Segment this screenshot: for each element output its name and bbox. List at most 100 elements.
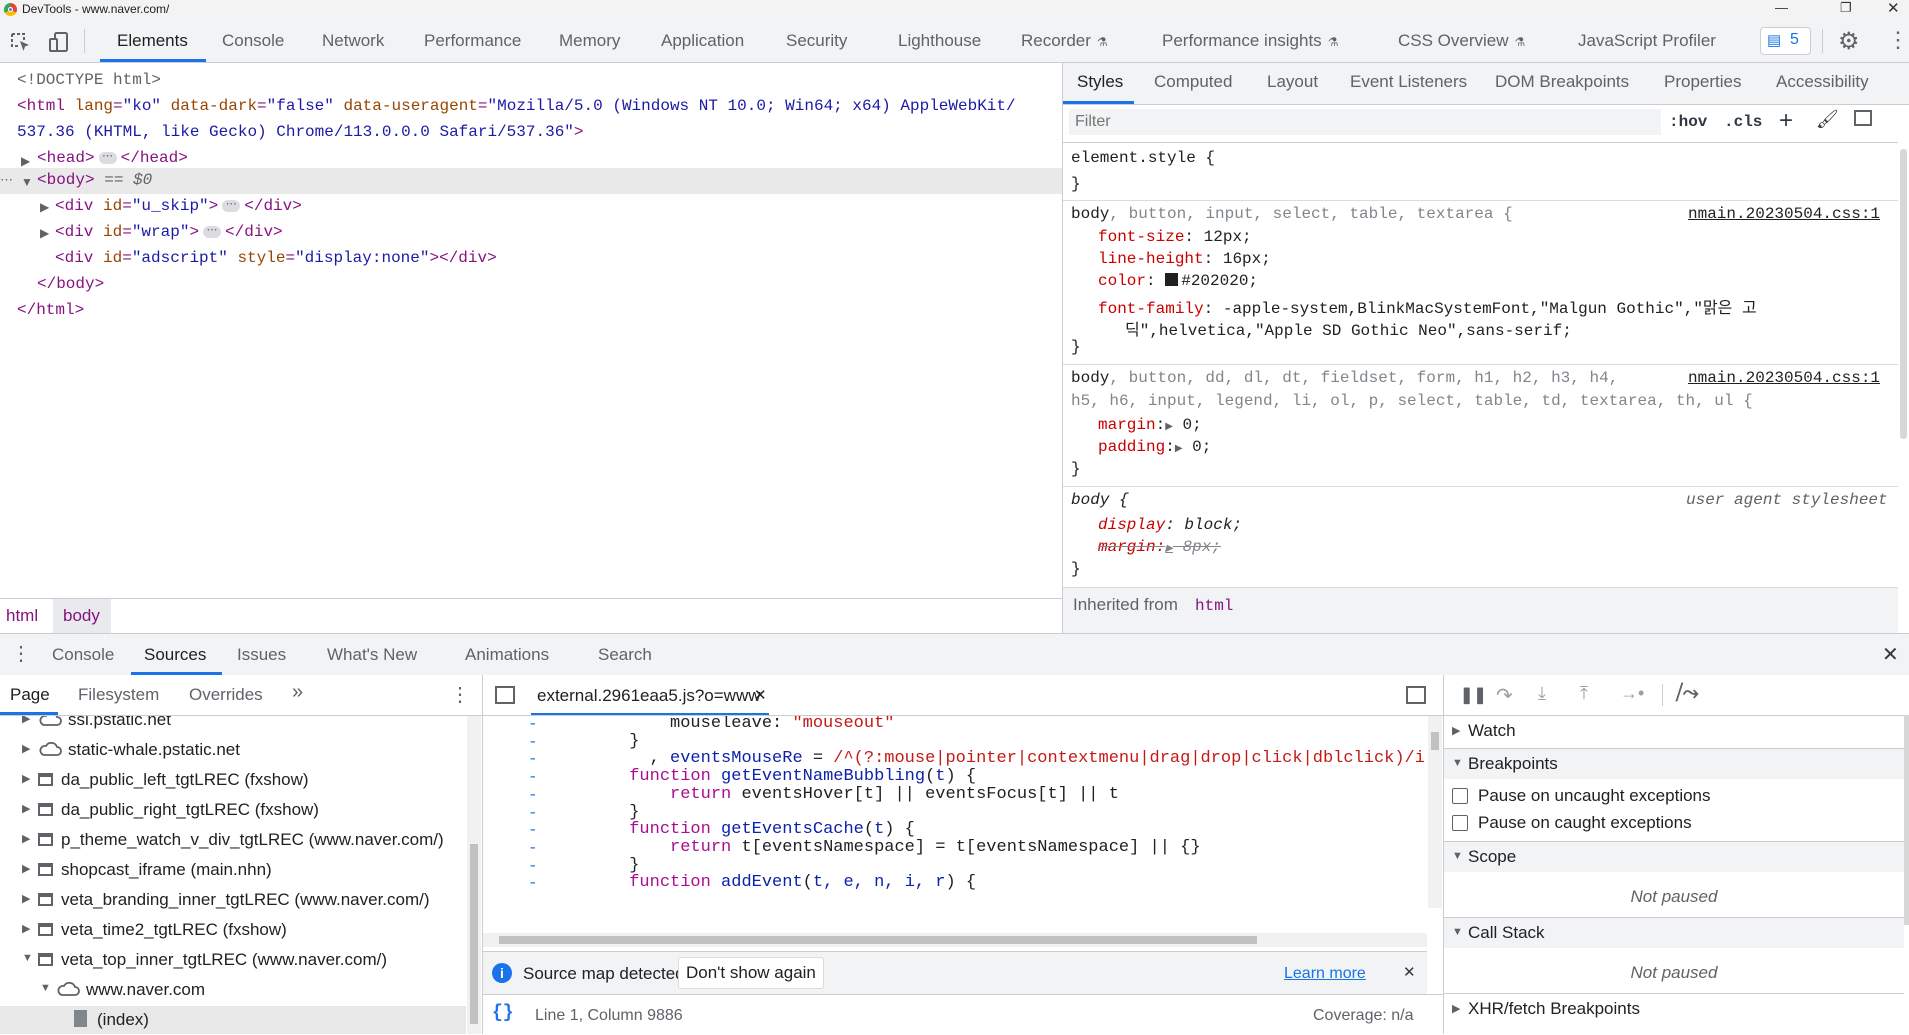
tab-properties[interactable]: Properties <box>1664 72 1741 92</box>
code-line[interactable]: function getEventNameBubbling(t) { <box>568 767 976 786</box>
learn-more-link[interactable]: Learn more <box>1284 965 1366 983</box>
ellipsis-icon[interactable]: ⋯ <box>203 225 222 238</box>
tab-application[interactable]: Application <box>661 31 744 51</box>
node-menu-ellipsis-icon[interactable]: ⋯ <box>0 172 13 188</box>
step-out-icon[interactable]: ⤒ <box>1580 683 1588 704</box>
rule2-selector[interactable]: body, button, input, select, table, text… <box>1071 205 1513 223</box>
code-line[interactable]: } <box>568 803 639 822</box>
editor-file-tab[interactable]: external.2961eaa5.js?o=www ✕ <box>531 675 769 715</box>
expand-shorthand-icon[interactable]: ▶ <box>1165 422 1173 433</box>
navigator-menu-icon[interactable]: ⋮ <box>450 682 470 707</box>
expand-shorthand-icon[interactable]: ▶ <box>1175 444 1183 455</box>
rule2-source-link[interactable]: nmain.20230504.css:1 <box>1688 205 1880 223</box>
nav-tree-item[interactable]: ▶ veta_branding_inner_tgtLREC (www.naver.… <box>0 886 466 916</box>
drawer-tab-whats-new[interactable]: What's New <box>327 645 417 665</box>
nav-tree-item[interactable]: ▼ veta_top_inner_tgtLREC (www.naver.com/) <box>0 946 466 976</box>
tab-recorder[interactable]: Recorder ⚗ <box>1021 31 1108 51</box>
expand-icon[interactable]: ▶ <box>22 832 30 845</box>
close-window-icon[interactable]: ✕ <box>1887 0 1900 17</box>
watch-section[interactable]: ▶ Watch <box>1444 715 1904 746</box>
collapse-icon[interactable]: ▼ <box>40 982 51 994</box>
element-style-selector[interactable]: element.style { <box>1071 149 1215 167</box>
expand-wrap-icon[interactable]: ▶ <box>40 226 49 240</box>
editor-vscrollbar[interactable] <box>1428 716 1442 908</box>
expand-icon[interactable]: ▶ <box>22 742 30 755</box>
div-u-skip-line[interactable]: <div id="u_skip"> ⋯ </div> <box>55 197 302 215</box>
restore-icon[interactable]: ❐ <box>1840 0 1852 16</box>
drawer-tab-issues[interactable]: Issues <box>237 645 286 665</box>
issues-badge[interactable]: ▤ 5 <box>1760 27 1811 55</box>
scrollbar-thumb[interactable] <box>470 844 478 1024</box>
tab-elements[interactable]: Elements <box>117 31 188 51</box>
code-area[interactable]: - mouseleave: "mouseout" - } - , eventsMou… <box>483 716 1427 908</box>
element-state-icon[interactable]: 🖌 <box>1816 109 1839 130</box>
code-line[interactable]: mouseleave: "mouseout" <box>568 716 894 733</box>
hov-button[interactable]: :hov <box>1669 113 1707 131</box>
more-options-icon[interactable]: ⋮ <box>1887 27 1909 53</box>
settings-gear-icon[interactable]: ⚙ <box>1838 27 1860 56</box>
code-line[interactable]: function addEvent(t, e, n, i, r) { <box>568 873 976 892</box>
drawer-tab-console[interactable]: Console <box>52 645 114 665</box>
expand-icon[interactable]: ▶ <box>22 892 30 905</box>
code-line[interactable]: return t[eventsNamespace] = t[eventsName… <box>568 838 1201 857</box>
expand-u-skip-icon[interactable]: ▶ <box>40 200 49 214</box>
step-into-icon[interactable]: ⤓ <box>1538 683 1546 704</box>
tab-performance[interactable]: Performance <box>424 31 521 51</box>
drawer-tab-sources[interactable]: Sources <box>144 645 206 665</box>
tab-styles[interactable]: Styles <box>1077 72 1123 92</box>
nav-tree-item[interactable]: ▶ shopcast_iframe (main.nhn) <box>0 856 466 886</box>
nav-tree-item[interactable]: ▶ da_public_right_tgtLREC (fxshow) <box>0 796 466 826</box>
code-line[interactable]: } <box>568 856 639 875</box>
new-style-rule-icon[interactable]: + <box>1779 107 1793 135</box>
close-infobar-icon[interactable]: ✕ <box>1403 963 1416 981</box>
close-drawer-icon[interactable]: ✕ <box>1882 642 1899 667</box>
nav-tab-overrides[interactable]: Overrides <box>189 685 263 705</box>
expand-icon[interactable]: ▶ <box>22 862 30 875</box>
tab-memory[interactable]: Memory <box>559 31 620 51</box>
nav-tab-page[interactable]: Page <box>10 685 50 705</box>
tab-lighthouse[interactable]: Lighthouse <box>898 31 981 51</box>
scope-section[interactable]: ▼ Scope <box>1444 841 1904 872</box>
toggle-sidebar-icon[interactable] <box>1854 110 1872 126</box>
div-adscript-line[interactable]: <div id="adscript" style="display:none">… <box>55 249 497 267</box>
deactivate-breakpoints-icon[interactable]: ⧸⤳ <box>1676 682 1699 705</box>
expand-icon[interactable]: ▶ <box>22 716 30 725</box>
toggle-debugger-icon[interactable] <box>1406 686 1426 704</box>
collapse-body-icon[interactable]: ▼ <box>21 175 33 189</box>
call-stack-section[interactable]: ▼ Call Stack <box>1444 917 1904 948</box>
breadcrumb-body[interactable]: body <box>63 606 100 626</box>
styles-filter-input[interactable] <box>1069 109 1661 135</box>
xhr-breakpoints-section[interactable]: ▶ XHR/fetch Breakpoints <box>1444 993 1904 1024</box>
expand-icon[interactable]: ▶ <box>22 772 30 785</box>
device-toolbar-icon[interactable] <box>48 31 70 53</box>
nav-tree-item[interactable]: ▶ ssl.pstatic.net <box>0 716 466 736</box>
html-close-line[interactable]: </html> <box>17 301 84 319</box>
minimize-icon[interactable]: — <box>1775 0 1788 15</box>
cls-button[interactable]: .cls <box>1724 113 1762 131</box>
nav-tree-item[interactable]: ▼ www.naver.com <box>0 976 466 1006</box>
collapse-icon[interactable]: ▼ <box>22 952 33 964</box>
tab-security[interactable]: Security <box>786 31 847 51</box>
tab-javascript-profiler[interactable]: JavaScript Profiler <box>1578 31 1716 51</box>
nav-tab-filesystem[interactable]: Filesystem <box>78 685 159 705</box>
css-declaration[interactable]: font-family: -apple-system,BlinkMacSyste… <box>1098 294 1757 318</box>
body-line[interactable]: <body> == $0 <box>37 171 152 189</box>
tab-layout[interactable]: Layout <box>1267 72 1318 92</box>
toggle-navigator-icon[interactable] <box>495 686 515 704</box>
breadcrumb-html[interactable]: html <box>6 606 38 626</box>
step-icon[interactable]: →• <box>1620 683 1644 704</box>
close-file-icon[interactable]: ✕ <box>754 686 767 704</box>
dont-show-again-button[interactable]: Don't show again <box>678 957 824 989</box>
nav-tree-item[interactable]: ▶ veta_time2_tgtLREC (fxshow) <box>0 916 466 946</box>
tab-dom-breakpoints[interactable]: DOM Breakpoints <box>1495 72 1629 92</box>
rule3-source-link[interactable]: nmain.20230504.css:1 <box>1688 369 1880 387</box>
tab-performance-insights[interactable]: Performance insights ⚗ <box>1162 31 1338 51</box>
drawer-tab-animations[interactable]: Animations <box>465 645 549 665</box>
css-declaration[interactable]: font-size: 12px; <box>1098 228 1252 246</box>
code-line[interactable]: } <box>568 732 639 751</box>
drawer-tab-search[interactable]: Search <box>598 645 652 665</box>
navigator-scrollbar[interactable] <box>467 716 481 1034</box>
rule3-selector[interactable]: body, button, dd, dl, dt, fieldset, form… <box>1071 369 1618 387</box>
tab-accessibility[interactable]: Accessibility <box>1776 72 1869 92</box>
debugger-scrollbar[interactable] <box>1904 715 1909 925</box>
